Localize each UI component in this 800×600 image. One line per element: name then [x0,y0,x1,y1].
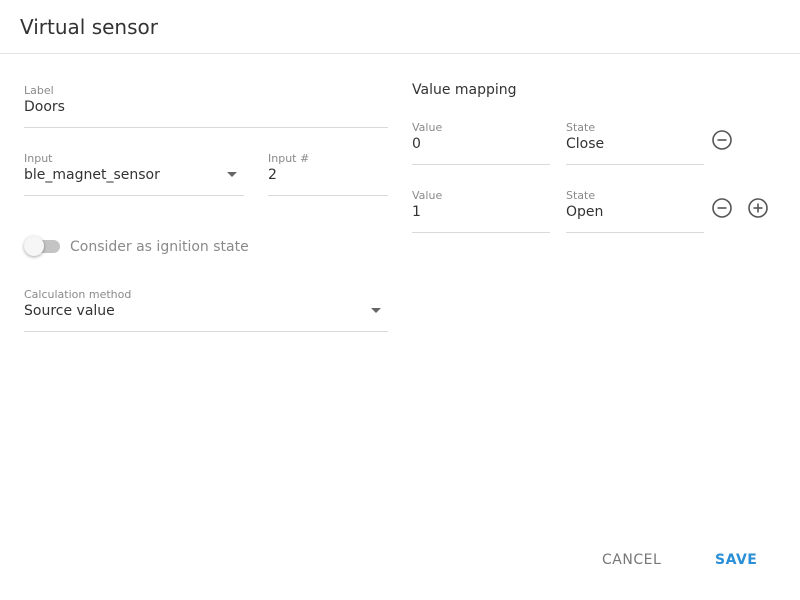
dialog-title: Virtual sensor [20,15,158,39]
mapping-value-input[interactable]: 1 [412,202,421,222]
input-select-underline [24,195,244,196]
calculation-method-underline [24,331,388,332]
mapping-value-underline [412,232,550,233]
mapping-row-0-value-field[interactable]: Value 0 [412,121,550,165]
minus-circle-icon [712,198,732,218]
mapping-state-underline [566,232,704,233]
remove-mapping-row-1-button[interactable] [711,197,733,219]
remove-mapping-row-0-button[interactable] [711,129,733,151]
mapping-row-0-state-field[interactable]: State Close [566,121,704,165]
input-select-value[interactable]: ble_magnet_sensor [24,165,160,185]
mapping-row-1-value-field[interactable]: Value 1 [412,189,550,233]
add-mapping-row-button[interactable] [747,197,769,219]
label-field-value[interactable]: Doors [24,97,65,117]
mapping-state-underline [566,164,704,165]
label-field-underline [24,127,388,128]
input-select-label: Input [24,152,53,165]
mapping-value-label: Value [412,189,443,202]
mapping-value-underline [412,164,550,165]
calculation-method-select[interactable]: Calculation method Source value [24,288,388,332]
input-number-field[interactable]: Input # 2 [268,152,388,196]
ignition-state-toggle[interactable] [24,236,64,258]
mapping-state-label: State [566,121,596,134]
virtual-sensor-dialog: Virtual sensor Label Doors Input ble_mag… [0,0,800,600]
mapping-value-input[interactable]: 0 [412,134,421,154]
mapping-state-input[interactable]: Close [566,134,604,154]
dialog-header: Virtual sensor [0,0,800,54]
calculation-method-value[interactable]: Source value [24,301,115,321]
cancel-button[interactable]: CANCEL [602,550,661,570]
mapping-state-input[interactable]: Open [566,202,603,222]
minus-circle-icon [712,130,732,150]
calculation-method-label: Calculation method [24,288,132,301]
input-number-value[interactable]: 2 [268,165,277,185]
value-mapping-title: Value mapping [412,82,517,98]
mapping-value-label: Value [412,121,443,134]
label-field[interactable]: Label Doors [24,84,388,128]
chevron-down-icon[interactable] [227,172,237,177]
chevron-down-icon[interactable] [371,308,381,313]
input-select[interactable]: Input ble_magnet_sensor [24,152,244,196]
save-button[interactable]: SAVE [715,550,757,570]
label-field-label: Label [24,84,54,97]
mapping-row-1-state-field[interactable]: State Open [566,189,704,233]
mapping-state-label: State [566,189,596,202]
input-number-underline [268,195,388,196]
ignition-state-label[interactable]: Consider as ignition state [70,237,249,257]
input-number-label: Input # [268,152,310,165]
toggle-thumb[interactable] [24,236,44,256]
plus-circle-icon [748,198,768,218]
